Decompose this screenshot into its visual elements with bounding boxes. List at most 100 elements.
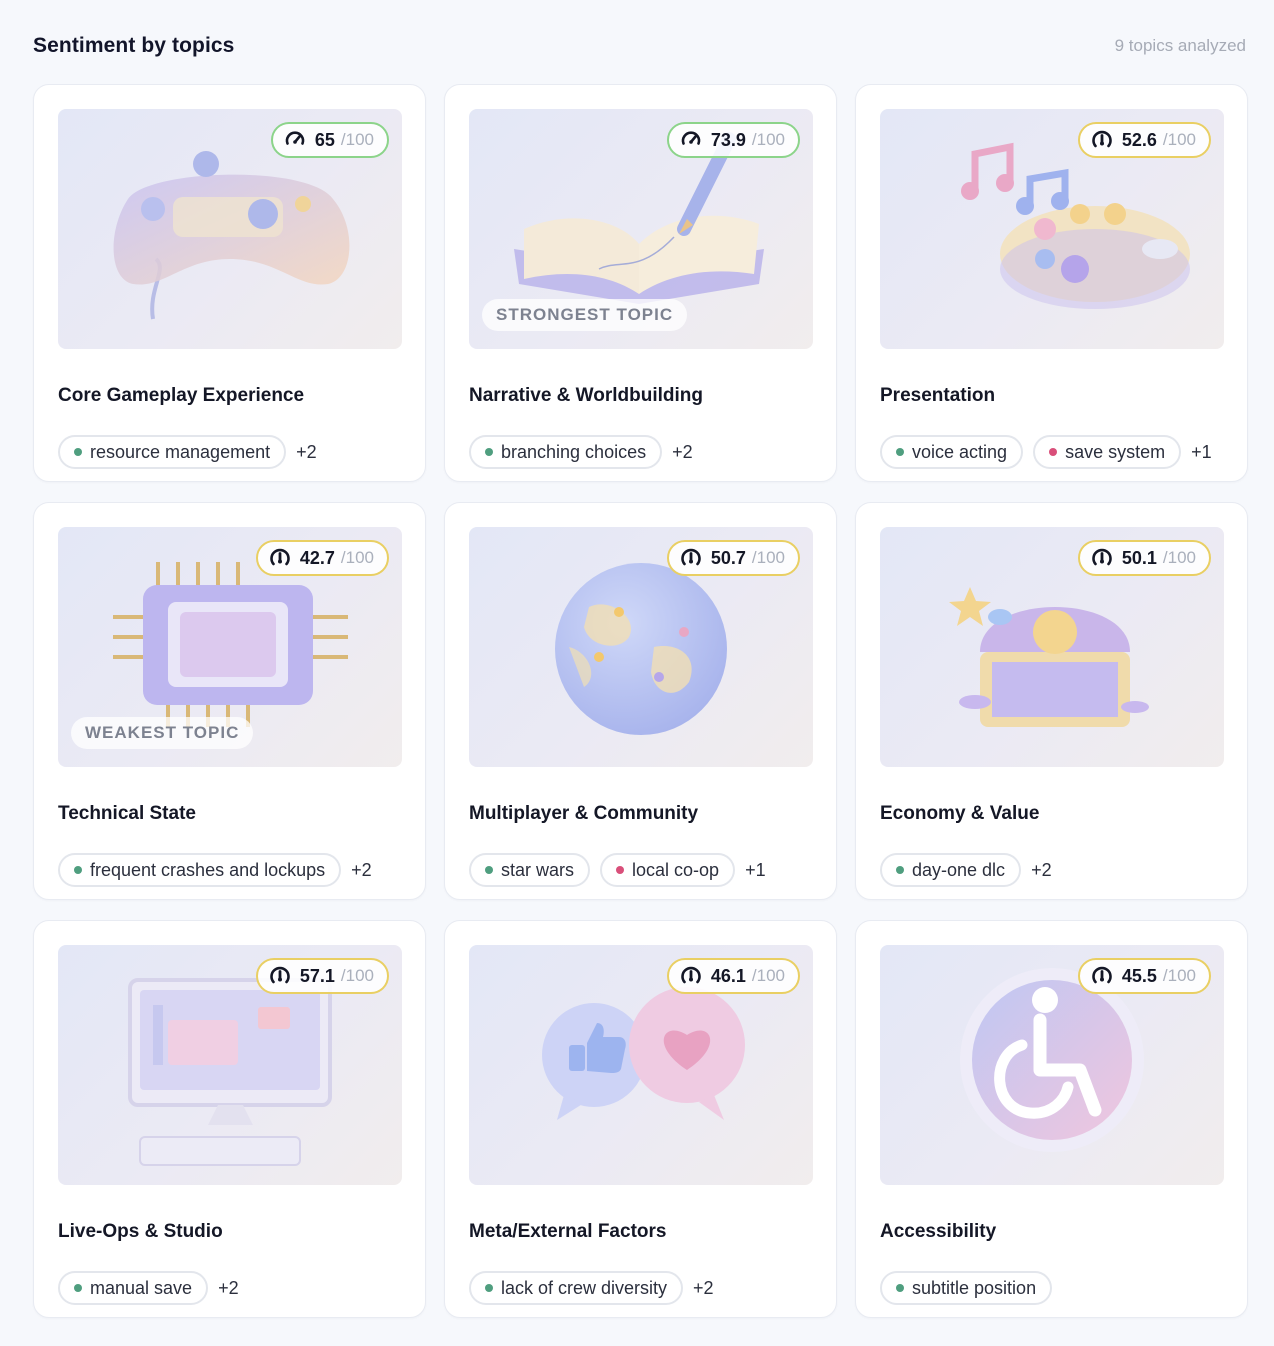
- topic-title: Core Gameplay Experience: [58, 385, 305, 406]
- score-value: 52.6: [1121, 129, 1157, 150]
- score-max: /100: [340, 130, 374, 149]
- keyword-label: manual save: [90, 1277, 193, 1298]
- topic-tags: lack of crew diversity +2: [469, 1271, 714, 1305]
- keyword-label: frequent crashes and lockups: [90, 859, 326, 880]
- topic-title: Economy & Value: [880, 803, 1040, 824]
- topic-card[interactable]: 57.1/100 Live-Ops & Studio manual save +2: [33, 920, 426, 1318]
- keyword-label: resource management: [90, 441, 271, 462]
- more-tags-count[interactable]: +2: [672, 442, 693, 463]
- more-tags-count[interactable]: +2: [1031, 860, 1052, 881]
- sentiment-score-badge: 52.6/100: [1077, 122, 1211, 158]
- positive-sentiment-dot: [485, 1284, 493, 1292]
- gauge-icon: [269, 547, 291, 569]
- more-tags-count[interactable]: +2: [693, 1278, 714, 1299]
- score-value: 45.5: [1121, 965, 1157, 986]
- keyword-tag[interactable]: frequent crashes and lockups: [58, 853, 342, 887]
- topic-illustration: 65/100: [58, 109, 402, 349]
- keyword-label: voice acting: [912, 441, 1008, 462]
- topic-tags: subtitle position: [880, 1271, 1053, 1305]
- gauge-icon: [284, 129, 306, 151]
- topic-tags: star wars local co-op +1: [469, 853, 766, 887]
- keyword-tag[interactable]: resource management: [58, 435, 287, 469]
- topic-tags: voice acting save system +1: [880, 435, 1212, 469]
- topic-illustration: 50.1/100: [880, 527, 1224, 767]
- keyword-label: star wars: [501, 859, 575, 880]
- positive-sentiment-dot: [74, 448, 82, 456]
- topic-rank-badge: WEAKEST TOPIC: [71, 717, 254, 749]
- topic-illustration: 45.5/100: [880, 945, 1224, 1185]
- topics-grid: 65/100 Core Gameplay Experience resource m…: [33, 84, 1248, 1318]
- topic-illustration: 57.1/100: [58, 945, 402, 1185]
- keyword-label: day-one dlc: [912, 859, 1006, 880]
- keyword-tag[interactable]: save system: [1033, 435, 1182, 469]
- topic-tags: frequent crashes and lockups +2: [58, 853, 372, 887]
- topic-tags: day-one dlc +2: [880, 853, 1052, 887]
- positive-sentiment-dot: [74, 1284, 82, 1292]
- sentiment-score-badge: 65/100: [270, 122, 389, 158]
- score-value: 65: [314, 129, 335, 150]
- page-title: Sentiment by topics: [33, 34, 235, 57]
- gauge-icon: [1091, 129, 1113, 151]
- topic-rank-badge: STRONGEST TOPIC: [482, 299, 688, 331]
- sentiment-score-badge: 42.7/100: [255, 540, 389, 576]
- topic-illustration: 42.7/100 WEAKEST TOPIC: [58, 527, 402, 767]
- gauge-icon: [1091, 965, 1113, 987]
- positive-sentiment-dot: [485, 448, 493, 456]
- topic-tags: manual save +2: [58, 1271, 239, 1305]
- topic-title: Live-Ops & Studio: [58, 1221, 223, 1242]
- page-header: Sentiment by topics 9 topics analyzed: [33, 30, 1246, 62]
- more-tags-count[interactable]: +1: [1191, 442, 1212, 463]
- topic-card[interactable]: 73.9/100 STRONGEST TOPIC Narrative & World…: [444, 84, 837, 482]
- gauge-icon: [269, 965, 291, 987]
- more-tags-count[interactable]: +2: [296, 442, 317, 463]
- score-max: /100: [340, 548, 374, 567]
- topic-illustration: 52.6/100: [880, 109, 1224, 349]
- more-tags-count[interactable]: +2: [351, 860, 372, 881]
- keyword-tag[interactable]: lack of crew diversity: [469, 1271, 684, 1305]
- score-value: 57.1: [299, 965, 335, 986]
- score-value: 46.1: [710, 965, 746, 986]
- positive-sentiment-dot: [896, 1284, 904, 1292]
- sentiment-score-badge: 46.1/100: [666, 958, 800, 994]
- more-tags-count[interactable]: +1: [745, 860, 766, 881]
- gauge-icon: [680, 547, 702, 569]
- topic-title: Meta/External Factors: [469, 1221, 667, 1242]
- score-value: 50.7: [710, 547, 746, 568]
- keyword-tag[interactable]: local co-op: [600, 853, 736, 887]
- topic-card[interactable]: 65/100 Core Gameplay Experience resource m…: [33, 84, 426, 482]
- topic-tags: branching choices +2: [469, 435, 693, 469]
- more-tags-count[interactable]: +2: [218, 1278, 239, 1299]
- positive-sentiment-dot: [896, 448, 904, 456]
- keyword-tag[interactable]: manual save: [58, 1271, 209, 1305]
- topic-card[interactable]: 45.5/100 Accessibility subtitle position: [855, 920, 1248, 1318]
- score-max: /100: [1162, 548, 1196, 567]
- topic-card[interactable]: 50.1/100 Economy & Value day-one dlc +2: [855, 502, 1248, 900]
- keyword-label: local co-op: [632, 859, 720, 880]
- sentiment-score-badge: 73.9/100: [666, 122, 800, 158]
- score-value: 73.9: [710, 129, 746, 150]
- topic-card[interactable]: 42.7/100 WEAKEST TOPIC Technical State freq…: [33, 502, 426, 900]
- keyword-tag[interactable]: subtitle position: [880, 1271, 1053, 1305]
- topic-illustration: 73.9/100 STRONGEST TOPIC: [469, 109, 813, 349]
- score-max: /100: [1162, 130, 1196, 149]
- topic-card[interactable]: 52.6/100 Presentation voice acting save sys…: [855, 84, 1248, 482]
- keyword-tag[interactable]: day-one dlc: [880, 853, 1022, 887]
- score-max: /100: [1162, 966, 1196, 985]
- keyword-tag[interactable]: voice acting: [880, 435, 1024, 469]
- sentiment-score-badge: 57.1/100: [255, 958, 389, 994]
- topic-title: Accessibility: [880, 1221, 997, 1242]
- gauge-icon: [1091, 547, 1113, 569]
- negative-sentiment-dot: [616, 866, 625, 874]
- score-max: /100: [751, 548, 785, 567]
- topics-count: 9 topics analyzed: [1114, 36, 1246, 55]
- gauge-icon: [680, 965, 702, 987]
- score-max: /100: [751, 130, 785, 149]
- topic-card[interactable]: 46.1/100 Meta/External Factors lack of cre…: [444, 920, 837, 1318]
- topic-card[interactable]: 50.7/100 Multiplayer & Community star wars…: [444, 502, 837, 900]
- keyword-tag[interactable]: star wars: [469, 853, 591, 887]
- topic-illustration: 46.1/100: [469, 945, 813, 1185]
- negative-sentiment-dot: [1049, 448, 1058, 456]
- keyword-tag[interactable]: branching choices: [469, 435, 663, 469]
- sentiment-score-badge: 50.7/100: [666, 540, 800, 576]
- topic-title: Narrative & Worldbuilding: [469, 385, 704, 406]
